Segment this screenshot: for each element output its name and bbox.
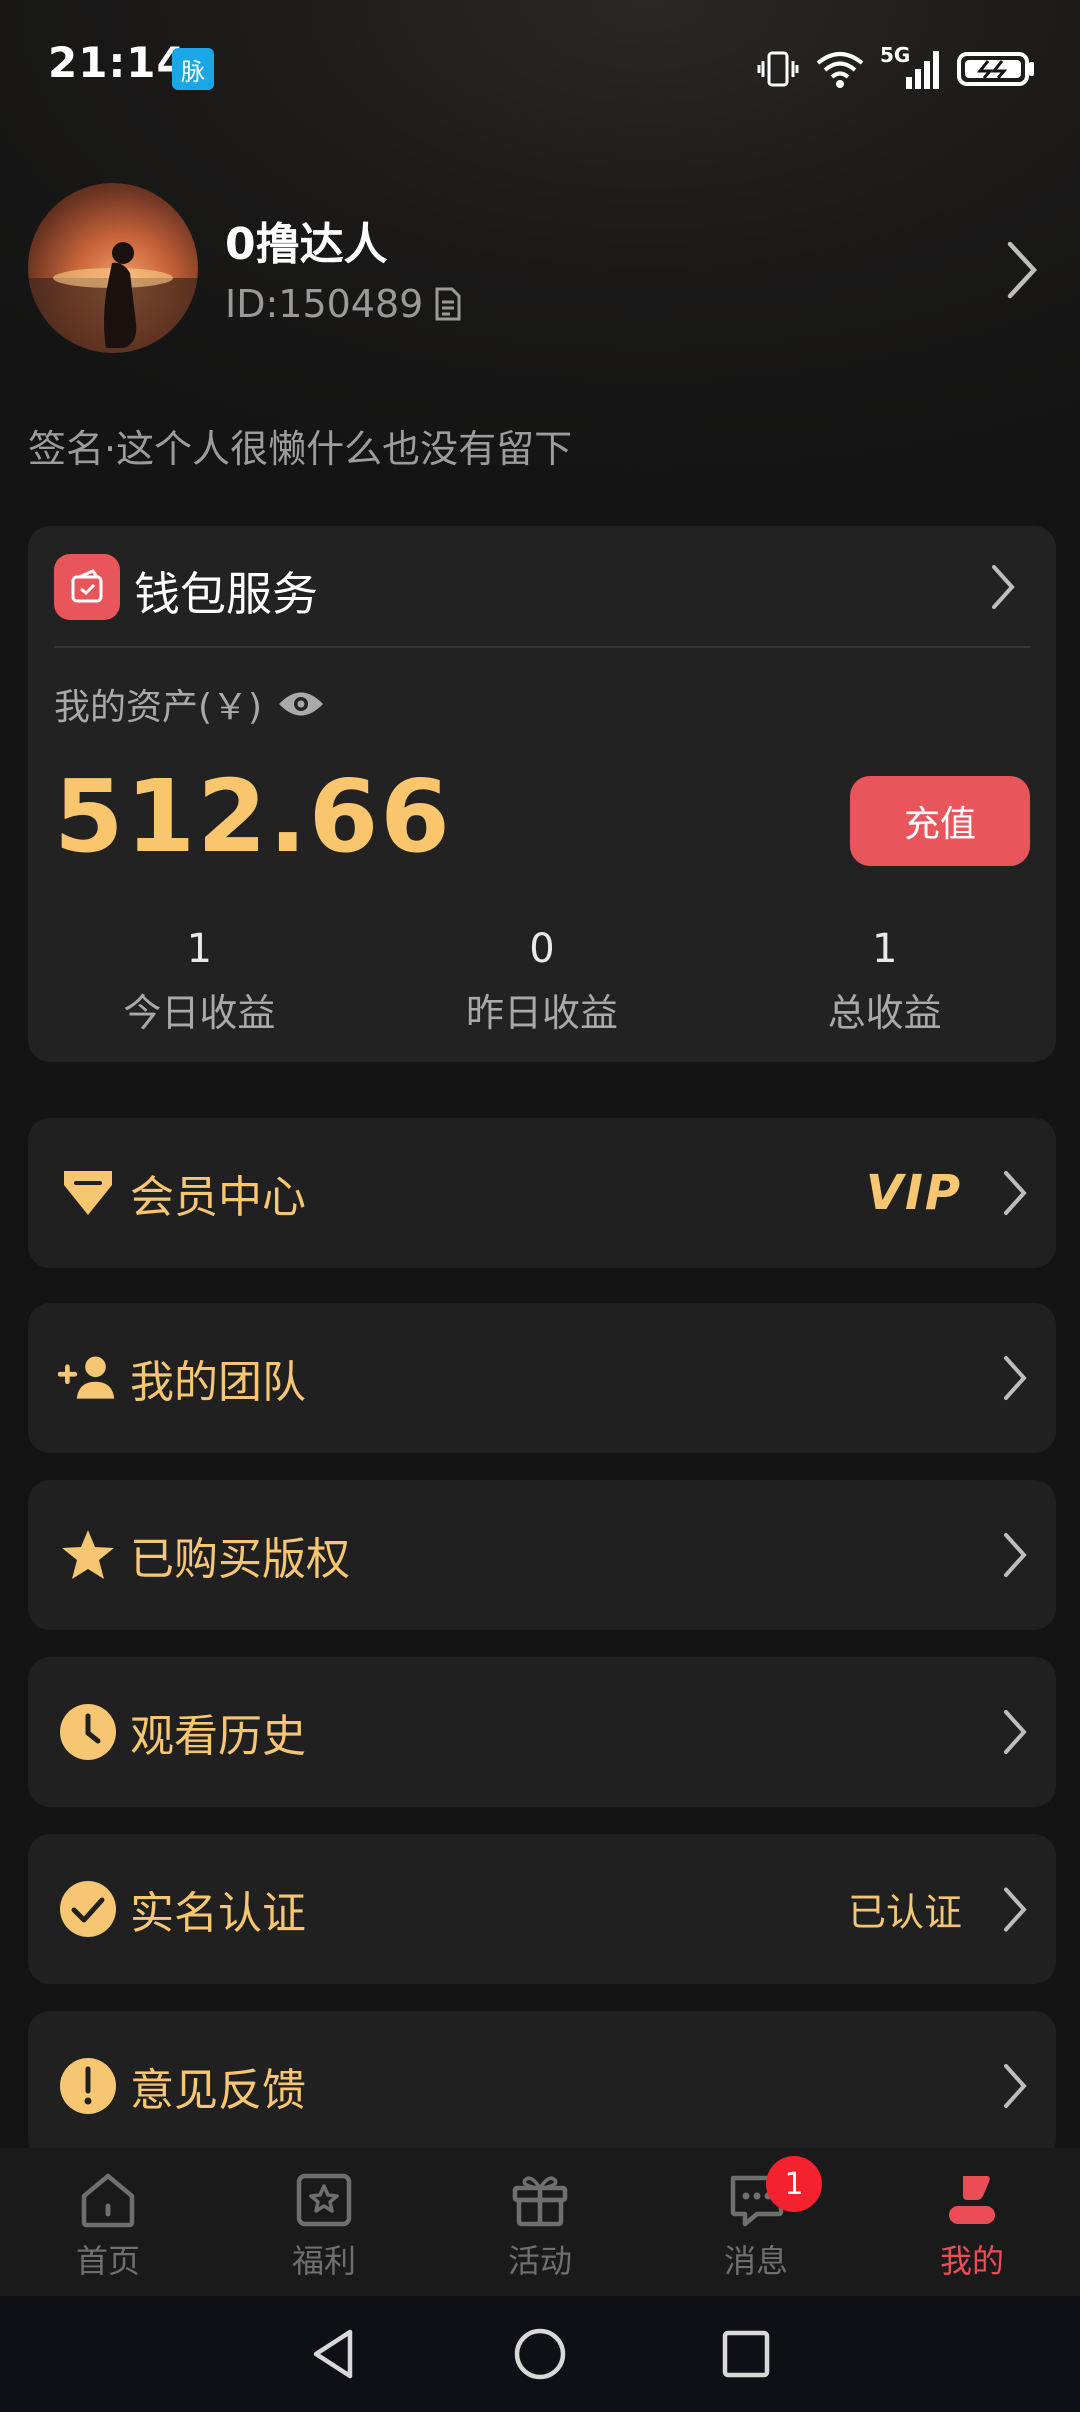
asset-value: 512.66: [54, 758, 452, 875]
menu-label: 已购买版权: [130, 1534, 350, 1585]
menu-label: 意见反馈: [130, 2065, 306, 2116]
menu-right: [1000, 2061, 1030, 2111]
recharge-button[interactable]: 充值: [850, 776, 1030, 866]
signature: 签名·这个人很懒什么也没有留下: [28, 427, 573, 471]
avatar[interactable]: [28, 183, 198, 353]
nav-messages[interactable]: 消息 1: [648, 2148, 864, 2296]
home-circle-icon[interactable]: [512, 2326, 568, 2382]
chevron-right-icon: [1004, 1533, 1027, 1577]
chevron-right-icon: [1004, 1887, 1027, 1931]
wallet-chevron-icon[interactable]: [988, 562, 1018, 612]
welfare-icon: [296, 2173, 352, 2227]
menu-right: [1000, 1353, 1030, 1403]
stat-label: 昨日收益: [466, 991, 619, 1035]
status-indicators: 5G: [756, 43, 1036, 94]
bottom-nav: 首页 福利 活动 消息 1 我的: [0, 2148, 1080, 2296]
nav-activity[interactable]: 活动: [432, 2148, 648, 2296]
wifi-icon: [816, 52, 864, 88]
page: 21:14 脉 5G 0撸达人 ID:150489 签名·这个人很懒什么也没有留…: [0, 0, 1080, 2412]
stat-value: 1: [871, 926, 898, 972]
nav-label: 活动: [507, 2242, 572, 2280]
vibrate-icon: [757, 51, 799, 87]
user-id: ID:150489: [225, 282, 424, 326]
vip-badge: VIP: [865, 1165, 962, 1221]
nav-label: 消息: [723, 2242, 788, 2280]
asset-label-row: 我的资产(￥): [54, 678, 326, 730]
wallet-card: 钱包服务 我的资产(￥) 512.66 充值 1 今日收益 0 昨日收益 1 总…: [28, 526, 1056, 1062]
system-nav-bar: [0, 2296, 1080, 2412]
menu-label: 实名认证: [130, 1888, 306, 1939]
menu-right: VIP: [866, 1165, 1030, 1221]
status-time: 21:14: [48, 38, 187, 87]
user-id-row: ID:150489: [225, 282, 463, 326]
battery-icon: [957, 52, 1034, 86]
chevron-right-icon: [1004, 1171, 1027, 1215]
message-badge: 1: [766, 2156, 822, 2212]
chevron-right-icon: [1004, 1710, 1027, 1754]
earnings-stats: 1 今日收益 0 昨日收益 1 总收益: [28, 926, 1056, 1037]
menu-item-feedback[interactable]: 意见反馈: [28, 2011, 1056, 2161]
menu-item-my-team[interactable]: 我的团队: [28, 1303, 1056, 1453]
app-notification-icon: 脉: [172, 48, 214, 90]
add-person-icon: [58, 1348, 118, 1408]
profile-icon: [949, 2176, 995, 2224]
exclamation-icon: [58, 2056, 118, 2116]
recents-icon[interactable]: [718, 2326, 774, 2382]
clock-icon: [58, 1702, 118, 1762]
menu-item-watch-history[interactable]: 观看历史: [28, 1657, 1056, 1807]
menu-label: 观看历史: [130, 1711, 306, 1762]
signal-icon: 5G: [880, 43, 942, 91]
nav-label: 福利: [291, 2242, 356, 2280]
username: 0撸达人: [225, 219, 388, 270]
stat-value: 0: [529, 926, 555, 972]
asset-label: 我的资产(￥): [54, 687, 263, 728]
diamond-icon: [58, 1163, 118, 1223]
stat-today[interactable]: 1 今日收益: [28, 926, 371, 1037]
menu-right: [1000, 1707, 1030, 1757]
menu-item-real-name-verification[interactable]: 实名认证 已认证: [28, 1834, 1056, 1984]
stat-label: 总收益: [827, 991, 942, 1035]
copy-icon[interactable]: [433, 286, 463, 322]
check-circle-icon: [58, 1879, 118, 1939]
nav-home[interactable]: 首页: [0, 2148, 216, 2296]
menu-right: [1000, 1530, 1030, 1580]
menu-label: 我的团队: [130, 1357, 306, 1408]
star-icon: [58, 1525, 118, 1585]
menu-label: 会员中心: [130, 1172, 306, 1223]
back-icon[interactable]: [306, 2326, 362, 2382]
home-icon: [81, 2173, 135, 2228]
profile-chevron-icon[interactable]: [1002, 238, 1042, 302]
nav-welfare[interactable]: 福利: [216, 2148, 432, 2296]
verification-status: 已认证: [847, 1890, 962, 1935]
stat-yesterday[interactable]: 0 昨日收益: [371, 926, 714, 1037]
stat-total[interactable]: 1 总收益: [713, 926, 1056, 1037]
nav-label: 我的: [939, 2242, 1004, 2280]
eye-icon[interactable]: [276, 687, 326, 721]
nav-profile[interactable]: 我的: [864, 2148, 1080, 2296]
menu-item-purchased-copyright[interactable]: 已购买版权: [28, 1480, 1056, 1630]
stat-label: 今日收益: [123, 991, 276, 1035]
chevron-right-icon: [1004, 1356, 1027, 1400]
menu-item-vip-center[interactable]: 会员中心 VIP: [28, 1118, 1056, 1268]
wallet-divider: [54, 646, 1030, 648]
menu-right: 已认证: [848, 1882, 1030, 1937]
wallet-icon: [54, 554, 120, 620]
status-bar: 21:14 脉 5G: [0, 0, 1080, 135]
chevron-right-icon: [1004, 2064, 1027, 2108]
stat-value: 1: [186, 926, 213, 972]
nav-label: 首页: [75, 2242, 140, 2280]
gift-icon: [512, 2176, 568, 2227]
wallet-title[interactable]: 钱包服务: [134, 558, 318, 624]
